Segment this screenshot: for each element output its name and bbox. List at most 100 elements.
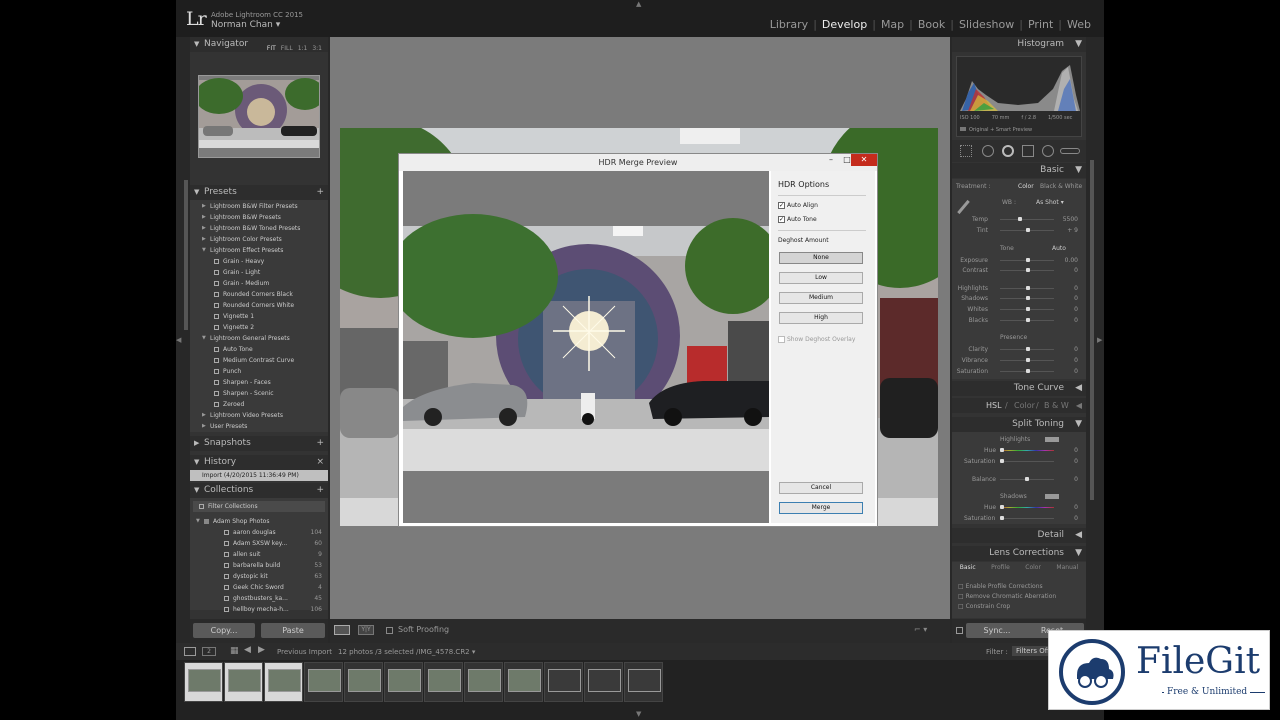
filmstrip-thumbnail[interactable] — [424, 662, 463, 702]
filmstrip-thumbnail[interactable] — [504, 662, 543, 702]
preset-item[interactable]: Rounded Corners Black — [190, 289, 328, 300]
preset-item[interactable]: Auto Tone — [190, 344, 328, 355]
split-hl-sat-slider[interactable] — [1000, 459, 1054, 463]
collection-item[interactable]: allen suit 9 — [190, 549, 328, 560]
module-develop[interactable]: Develop — [817, 18, 872, 31]
deghost-none-button[interactable]: None — [779, 252, 863, 264]
adjustment-slider[interactable] — [1000, 217, 1054, 221]
module-web[interactable]: Web — [1062, 18, 1096, 31]
chevron-right-icon[interactable]: ▶ — [202, 223, 206, 234]
preset-folder[interactable]: ▼ Lightroom General Presets — [190, 333, 328, 344]
before-after-icon[interactable]: Y|Y — [358, 625, 374, 635]
crop-tool-icon[interactable] — [960, 145, 972, 157]
collapse-top-arrow-icon[interactable]: ▲ — [636, 0, 641, 8]
preset-folder[interactable]: ▼ Lightroom Effect Presets — [190, 245, 328, 256]
forward-arrow-icon[interactable]: ▶ — [258, 645, 265, 655]
preset-item[interactable]: Medium Contrast Curve — [190, 355, 328, 366]
soft-proofing-checkbox[interactable] — [386, 627, 393, 634]
radial-filter-icon[interactable] — [1042, 145, 1054, 157]
right-scrollbar[interactable] — [1090, 160, 1094, 500]
navigator-preview[interactable] — [198, 75, 320, 158]
filmstrip-thumbnail[interactable] — [264, 662, 303, 702]
copy-button[interactable]: Copy... — [193, 623, 255, 638]
histogram[interactable]: ISO 100 70 mm f / 2.8 1/500 sec Original + … — [956, 56, 1082, 137]
main-window-icon[interactable] — [184, 647, 196, 656]
grid-view-icon[interactable]: ▦ — [230, 646, 239, 656]
adjustment-slider[interactable] — [1000, 307, 1054, 311]
slider-value[interactable]: 0 — [1074, 368, 1078, 375]
lens-tab-basic[interactable]: Basic — [960, 564, 976, 574]
preset-folder[interactable]: ▶ Lightroom Color Presets — [190, 234, 328, 245]
split-sh-sat-slider[interactable] — [1000, 516, 1054, 520]
preset-folder[interactable]: ▶ Lightroom B&W Filter Presets — [190, 201, 328, 212]
preset-item[interactable]: Sharpen - Faces — [190, 377, 328, 388]
adjustment-slider[interactable] — [1000, 258, 1054, 262]
filmstrip-thumbnail[interactable] — [344, 662, 383, 702]
white-balance-picker-icon[interactable] — [957, 199, 970, 215]
filmstrip-thumbnail[interactable] — [544, 662, 583, 702]
module-map[interactable]: Map — [876, 18, 909, 31]
lens-corrections-header[interactable]: Lens Corrections ▼ — [952, 546, 1086, 561]
lens-option-checkbox[interactable]: □ Enable Profile Corrections — [958, 582, 1056, 592]
tone-curve-header[interactable]: Tone Curve ◀ — [952, 381, 1086, 396]
history-header[interactable]: ▼ History × — [190, 455, 328, 470]
filmstrip-thumbnail[interactable] — [384, 662, 423, 702]
tone-auto-button[interactable]: Auto — [1052, 245, 1066, 252]
collection-item[interactable]: barbarella build 53 — [190, 560, 328, 571]
paste-button[interactable]: Paste — [261, 623, 325, 638]
preset-folder[interactable]: ▶ Lightroom B&W Presets — [190, 212, 328, 223]
collection-item[interactable]: hellboy mecha-h... 106 — [190, 604, 328, 615]
second-window-icon[interactable]: 2 — [202, 647, 216, 656]
preset-folder[interactable]: ▶ User Presets — [190, 421, 328, 432]
treatment-bw[interactable]: Black & White — [1040, 183, 1082, 190]
collection-item[interactable]: aaron douglas 104 — [190, 527, 328, 538]
basic-header[interactable]: Basic ▼ — [952, 163, 1086, 178]
slider-value[interactable]: 0 — [1074, 306, 1078, 313]
navigator-zoom-options[interactable]: FIT FILL 1:1 3:1 — [262, 41, 322, 56]
chevron-down-icon[interactable]: ▼ — [202, 333, 206, 344]
collapse-right-arrow-icon[interactable]: ▶ — [1097, 336, 1102, 344]
adjustment-slider[interactable] — [1000, 347, 1054, 351]
adjustment-slider[interactable] — [1000, 358, 1054, 362]
chevron-right-icon[interactable]: ▶ — [202, 201, 206, 212]
zoom-fill[interactable]: FILL — [281, 45, 293, 52]
filmstrip-info[interactable]: 12 photos /3 selected /IMG_4578.CR2 ▾ — [338, 648, 475, 656]
module-library[interactable]: Library — [765, 18, 813, 31]
slider-value[interactable]: 0 — [1074, 346, 1078, 353]
collection-item[interactable]: Adam SXSW key... 60 — [190, 538, 328, 549]
zoom-fit[interactable]: FIT — [267, 45, 276, 52]
chevron-right-icon[interactable]: ▶ — [202, 410, 206, 421]
treatment-color[interactable]: Color — [1018, 183, 1034, 190]
preset-item[interactable]: Punch — [190, 366, 328, 377]
slider-value[interactable]: 5500 — [1063, 216, 1078, 223]
split-balance-slider[interactable] — [1000, 477, 1054, 481]
left-scrollbar[interactable] — [184, 180, 188, 330]
chevron-right-icon[interactable]: ▶ — [202, 421, 206, 432]
auto-sync-toggle[interactable] — [956, 627, 963, 634]
lens-option-checkbox[interactable]: □ Remove Chromatic Aberration — [958, 592, 1056, 602]
filmstrip-thumbnail[interactable] — [584, 662, 623, 702]
slider-value[interactable]: 0 — [1074, 357, 1078, 364]
shadows-swatch[interactable] — [1045, 494, 1059, 499]
slider-value[interactable]: 0 — [1074, 317, 1078, 324]
deghost-high-button[interactable]: High — [779, 312, 863, 324]
graduated-filter-icon[interactable] — [1022, 145, 1034, 157]
detail-header[interactable]: Detail ◀ — [952, 528, 1086, 543]
close-icon[interactable]: ✕ — [851, 154, 877, 166]
adjustment-slider[interactable] — [1000, 296, 1054, 300]
chevron-right-icon[interactable]: ▶ — [202, 234, 206, 245]
preset-item[interactable]: Grain - Medium — [190, 278, 328, 289]
lens-tab-color[interactable]: Color — [1025, 564, 1041, 574]
merge-button[interactable]: Merge — [779, 502, 863, 514]
show-deghost-overlay-checkbox[interactable]: Show Deghost Overlay — [778, 336, 855, 343]
collection-item[interactable]: dystopic kit 63 — [190, 571, 328, 582]
lens-option-checkbox[interactable]: □ Constrain Crop — [958, 602, 1056, 612]
collapse-bottom-arrow-icon[interactable]: ▼ — [636, 710, 641, 718]
preset-folder[interactable]: ▶ Lightroom B&W Toned Presets — [190, 223, 328, 234]
deghost-low-button[interactable]: Low — [779, 272, 863, 284]
wb-select[interactable]: As Shot ▾ — [1036, 199, 1064, 206]
module-print[interactable]: Print — [1023, 18, 1058, 31]
cancel-button[interactable]: Cancel — [779, 482, 863, 494]
adjustment-slider[interactable] — [1000, 228, 1054, 232]
collapse-left-arrow-icon[interactable]: ◀ — [176, 336, 181, 344]
